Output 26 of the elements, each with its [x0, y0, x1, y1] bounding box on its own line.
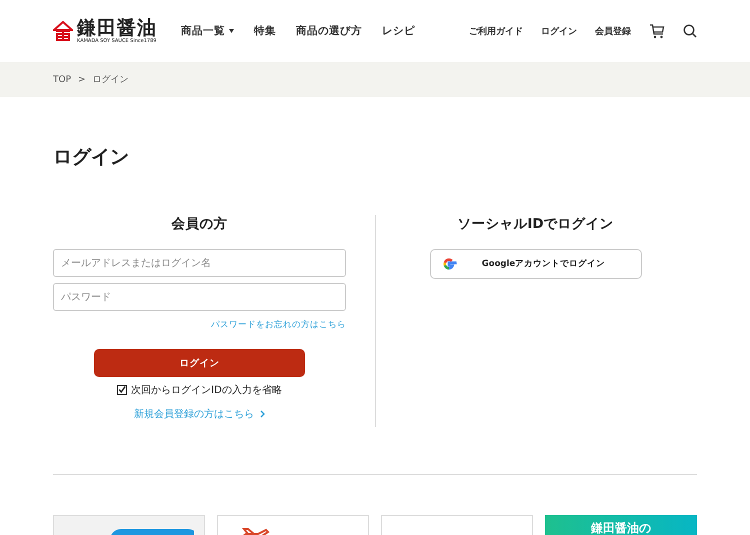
section-heading: 会員の方 [170, 215, 228, 233]
nav-link[interactable]: 商品の選び方 [296, 24, 362, 38]
email-field[interactable]: メールアドレスまたはログイン名 [53, 249, 346, 277]
google-login-button[interactable]: Googleアカウントでログイン [430, 249, 642, 279]
nav-link[interactable]: 商品一覧 [181, 24, 234, 38]
nav-link[interactable]: 特集 [254, 24, 276, 38]
caret-icon [229, 29, 234, 33]
section-heading: ソーシャルIDでログイン [457, 215, 614, 233]
nav-link[interactable]: レシピ [382, 24, 415, 38]
remember-checkbox[interactable] [117, 385, 128, 395]
remember-label: 次回からログインIDの入力を省略 [131, 384, 282, 397]
cart-icon[interactable] [649, 24, 665, 38]
logo-icon [53, 21, 73, 41]
breadcrumb-item[interactable]: TOP [53, 74, 72, 84]
login-button[interactable]: ログイン [94, 349, 305, 377]
search-icon[interactable] [683, 24, 697, 38]
google-icon [440, 256, 456, 272]
header-link[interactable]: 会員登録 [595, 24, 631, 38]
password-field[interactable]: パスワード [53, 283, 346, 311]
page-title: ログイン [52, 145, 130, 169]
header-link[interactable]: ログイン [541, 24, 577, 38]
breadcrumb-separator: > [78, 74, 86, 84]
chevron-icon [260, 410, 265, 418]
breadcrumb-item: ログイン [92, 74, 129, 86]
header-link[interactable]: ご利用ガイド [469, 24, 523, 38]
logo-name: 鎌田醤油 [77, 18, 157, 38]
